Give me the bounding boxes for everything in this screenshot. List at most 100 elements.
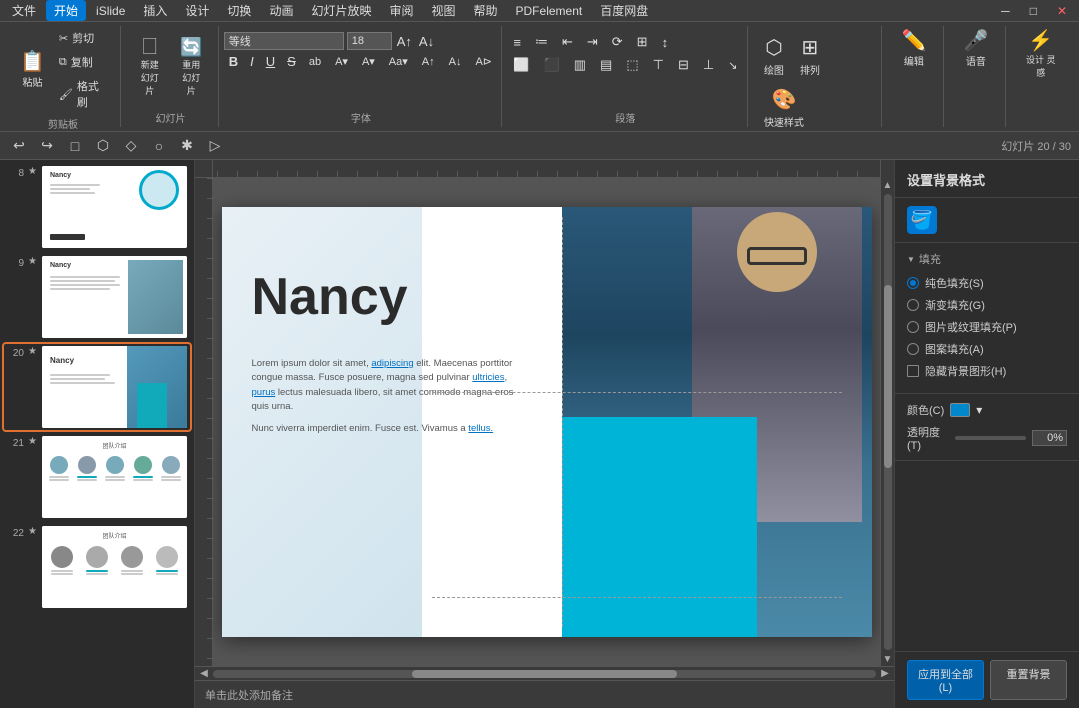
font-highlight-btn[interactable]: A▾	[356, 53, 381, 70]
decrease-font-btn[interactable]: A↓	[417, 34, 436, 49]
slide-title[interactable]: Nancy	[252, 267, 408, 327]
text-more-btn[interactable]: ↘	[722, 55, 743, 75]
qa-shape2-btn[interactable]: ⬡	[92, 135, 114, 157]
radio-solid[interactable]	[907, 277, 919, 289]
slide-thumb-9[interactable]: Nancy	[42, 256, 187, 338]
notes-bar[interactable]: 单击此处添加备注	[195, 680, 894, 708]
bold-button[interactable]: B	[224, 53, 243, 70]
fill-option-solid[interactable]: 纯色填充(S)	[907, 275, 1067, 291]
italic-button[interactable]: I	[245, 53, 259, 70]
slide-item-9[interactable]: 9 ★ Nancy	[4, 254, 190, 340]
bullet-list-btn[interactable]: ≡	[507, 32, 527, 52]
text-shadow-btn[interactable]: ab	[303, 54, 327, 70]
menu-slideshow[interactable]: 幻灯片放映	[303, 0, 379, 21]
font-family-input[interactable]	[224, 32, 344, 50]
reset-button[interactable]: 重置背景	[990, 660, 1067, 700]
v-scroll-thumb[interactable]	[884, 285, 892, 467]
slide-item-8[interactable]: 8 ★ Nancy	[4, 164, 190, 250]
color-picker-btn[interactable]	[950, 403, 970, 417]
link-adipiscing[interactable]: adipiscing	[371, 358, 413, 369]
designer-button[interactable]: ⚡ 设计 灵感	[1016, 28, 1065, 82]
h-scroll-thumb[interactable]	[412, 670, 677, 678]
font-up2-btn[interactable]: A↑	[416, 54, 441, 70]
scroll-left-arrow[interactable]: ◀	[197, 667, 211, 681]
slide-thumb-8[interactable]: Nancy	[42, 166, 187, 248]
slide-thumb-22[interactable]: 团队介绍	[42, 526, 187, 608]
strikethrough-button[interactable]: S	[282, 53, 301, 70]
cut-button[interactable]: ✂ 剪切	[53, 28, 112, 48]
slide-thumb-21[interactable]: 团队介绍	[42, 436, 187, 518]
font-size-label-btn[interactable]: Aa▾	[383, 53, 414, 70]
fill-option-pattern[interactable]: 图案填充(A)	[907, 341, 1067, 357]
align-left-btn[interactable]: ⬜	[507, 55, 535, 75]
menu-baidunetdisk[interactable]: 百度网盘	[592, 0, 656, 21]
align-top-btn[interactable]: ⊤	[647, 55, 670, 75]
columns-btn[interactable]: ⬚	[620, 55, 644, 75]
text-direction-btn[interactable]: ⟳	[606, 32, 629, 52]
slide-item-22[interactable]: 22 ★ 团队介绍	[4, 524, 190, 610]
menu-design[interactable]: 设计	[177, 0, 217, 21]
menu-pdfelement[interactable]: PDFelement	[508, 2, 591, 20]
qa-shape1-btn[interactable]: □	[64, 135, 86, 157]
apply-all-button[interactable]: 应用到全部(L)	[907, 660, 984, 700]
menu-transition[interactable]: 切换	[219, 0, 259, 21]
voice-button[interactable]: 🎤 语音	[957, 28, 994, 71]
v-scroll-track[interactable]	[884, 194, 892, 650]
fill-option-picture[interactable]: 图片或纹理填充(P)	[907, 319, 1067, 335]
slide-item-21[interactable]: 21 ★ 团队介绍	[4, 434, 190, 520]
menu-animation[interactable]: 动画	[261, 0, 301, 21]
canvas-scroll-area[interactable]: Nancy Lorem ipsum dolor sit amet, adipis…	[213, 178, 880, 666]
fill-icon-btn[interactable]: 🪣	[907, 206, 937, 234]
qa-undo-btn[interactable]: ↩	[8, 135, 30, 157]
qa-redo-btn[interactable]: ↪	[36, 135, 58, 157]
scroll-down-arrow[interactable]: ▼	[881, 652, 895, 666]
fill-option-gradient[interactable]: 渐变填充(G)	[907, 297, 1067, 313]
horizontal-scrollbar[interactable]: ◀ ▶	[195, 666, 894, 680]
link-purus[interactable]: ultricies	[472, 372, 504, 383]
hide-bg-checkbox[interactable]	[907, 365, 919, 377]
align-middle-btn[interactable]: ⊟	[672, 55, 695, 75]
shapes-button[interactable]: ⬡ 绘图	[758, 32, 790, 80]
format-painter-button[interactable]: 🖌 格式刷	[53, 76, 112, 112]
indent-decrease-btn[interactable]: ⇤	[556, 32, 579, 52]
notes-text[interactable]: 单击此处添加备注	[205, 687, 293, 703]
close-btn[interactable]: ✕	[1049, 2, 1075, 20]
font-dn2-btn[interactable]: A↓	[443, 54, 468, 70]
menu-review[interactable]: 审阅	[381, 0, 421, 21]
align-center-btn[interactable]: ⬛	[538, 55, 566, 75]
arrange-button[interactable]: ⊞ 排列	[794, 32, 826, 80]
numbered-list-btn[interactable]: ≔	[529, 32, 554, 52]
font-color-btn[interactable]: A▾	[329, 53, 354, 70]
increase-font-btn[interactable]: A↑	[395, 34, 414, 49]
edit-button[interactable]: ✏️ 编辑	[895, 28, 932, 71]
menu-help[interactable]: 帮助	[466, 0, 506, 21]
maximize-btn[interactable]: □	[1022, 2, 1045, 20]
scroll-right-arrow[interactable]: ▶	[878, 667, 892, 681]
more-font-btn[interactable]: A⊳	[469, 53, 498, 70]
paste-button[interactable]: 📋 粘贴	[14, 28, 51, 112]
slide-canvas[interactable]: Nancy Lorem ipsum dolor sit amet, adipis…	[222, 207, 872, 637]
font-size-input[interactable]	[347, 32, 392, 50]
menu-insert[interactable]: 插入	[135, 0, 175, 21]
qa-shape3-btn[interactable]: ◇	[120, 135, 142, 157]
convert-to-smartart-btn[interactable]: ⊞	[631, 32, 654, 52]
align-right-btn[interactable]: ▥	[568, 55, 592, 75]
underline-button[interactable]: U	[261, 53, 280, 70]
copy-button[interactable]: ⧉ 复制	[53, 52, 112, 72]
menu-file[interactable]: 文件	[4, 0, 44, 21]
hide-bg-option[interactable]: 隐藏背景图形(H)	[907, 363, 1067, 379]
qa-circle-btn[interactable]: ○	[148, 135, 170, 157]
fill-section-title[interactable]: ▼ 填充	[907, 251, 1067, 267]
link-purus2[interactable]: purus	[252, 387, 276, 398]
line-spacing-btn[interactable]: ↕	[656, 32, 675, 52]
reuse-slide-button[interactable]: 🔄 重用幻灯片	[172, 28, 209, 106]
menu-start[interactable]: 开始	[46, 0, 86, 21]
menu-view[interactable]: 视图	[423, 0, 463, 21]
vertical-scrollbar[interactable]: ▲ ▼	[880, 178, 894, 666]
quick-styles-button[interactable]: 🎨 快速样式	[758, 84, 810, 132]
justify-btn[interactable]: ▤	[594, 55, 618, 75]
menu-islide[interactable]: iSlide	[88, 2, 133, 20]
radio-picture[interactable]	[907, 321, 919, 333]
slide-thumb-20[interactable]: Nancy	[42, 346, 187, 428]
link-tellus[interactable]: tellus.	[468, 423, 493, 434]
